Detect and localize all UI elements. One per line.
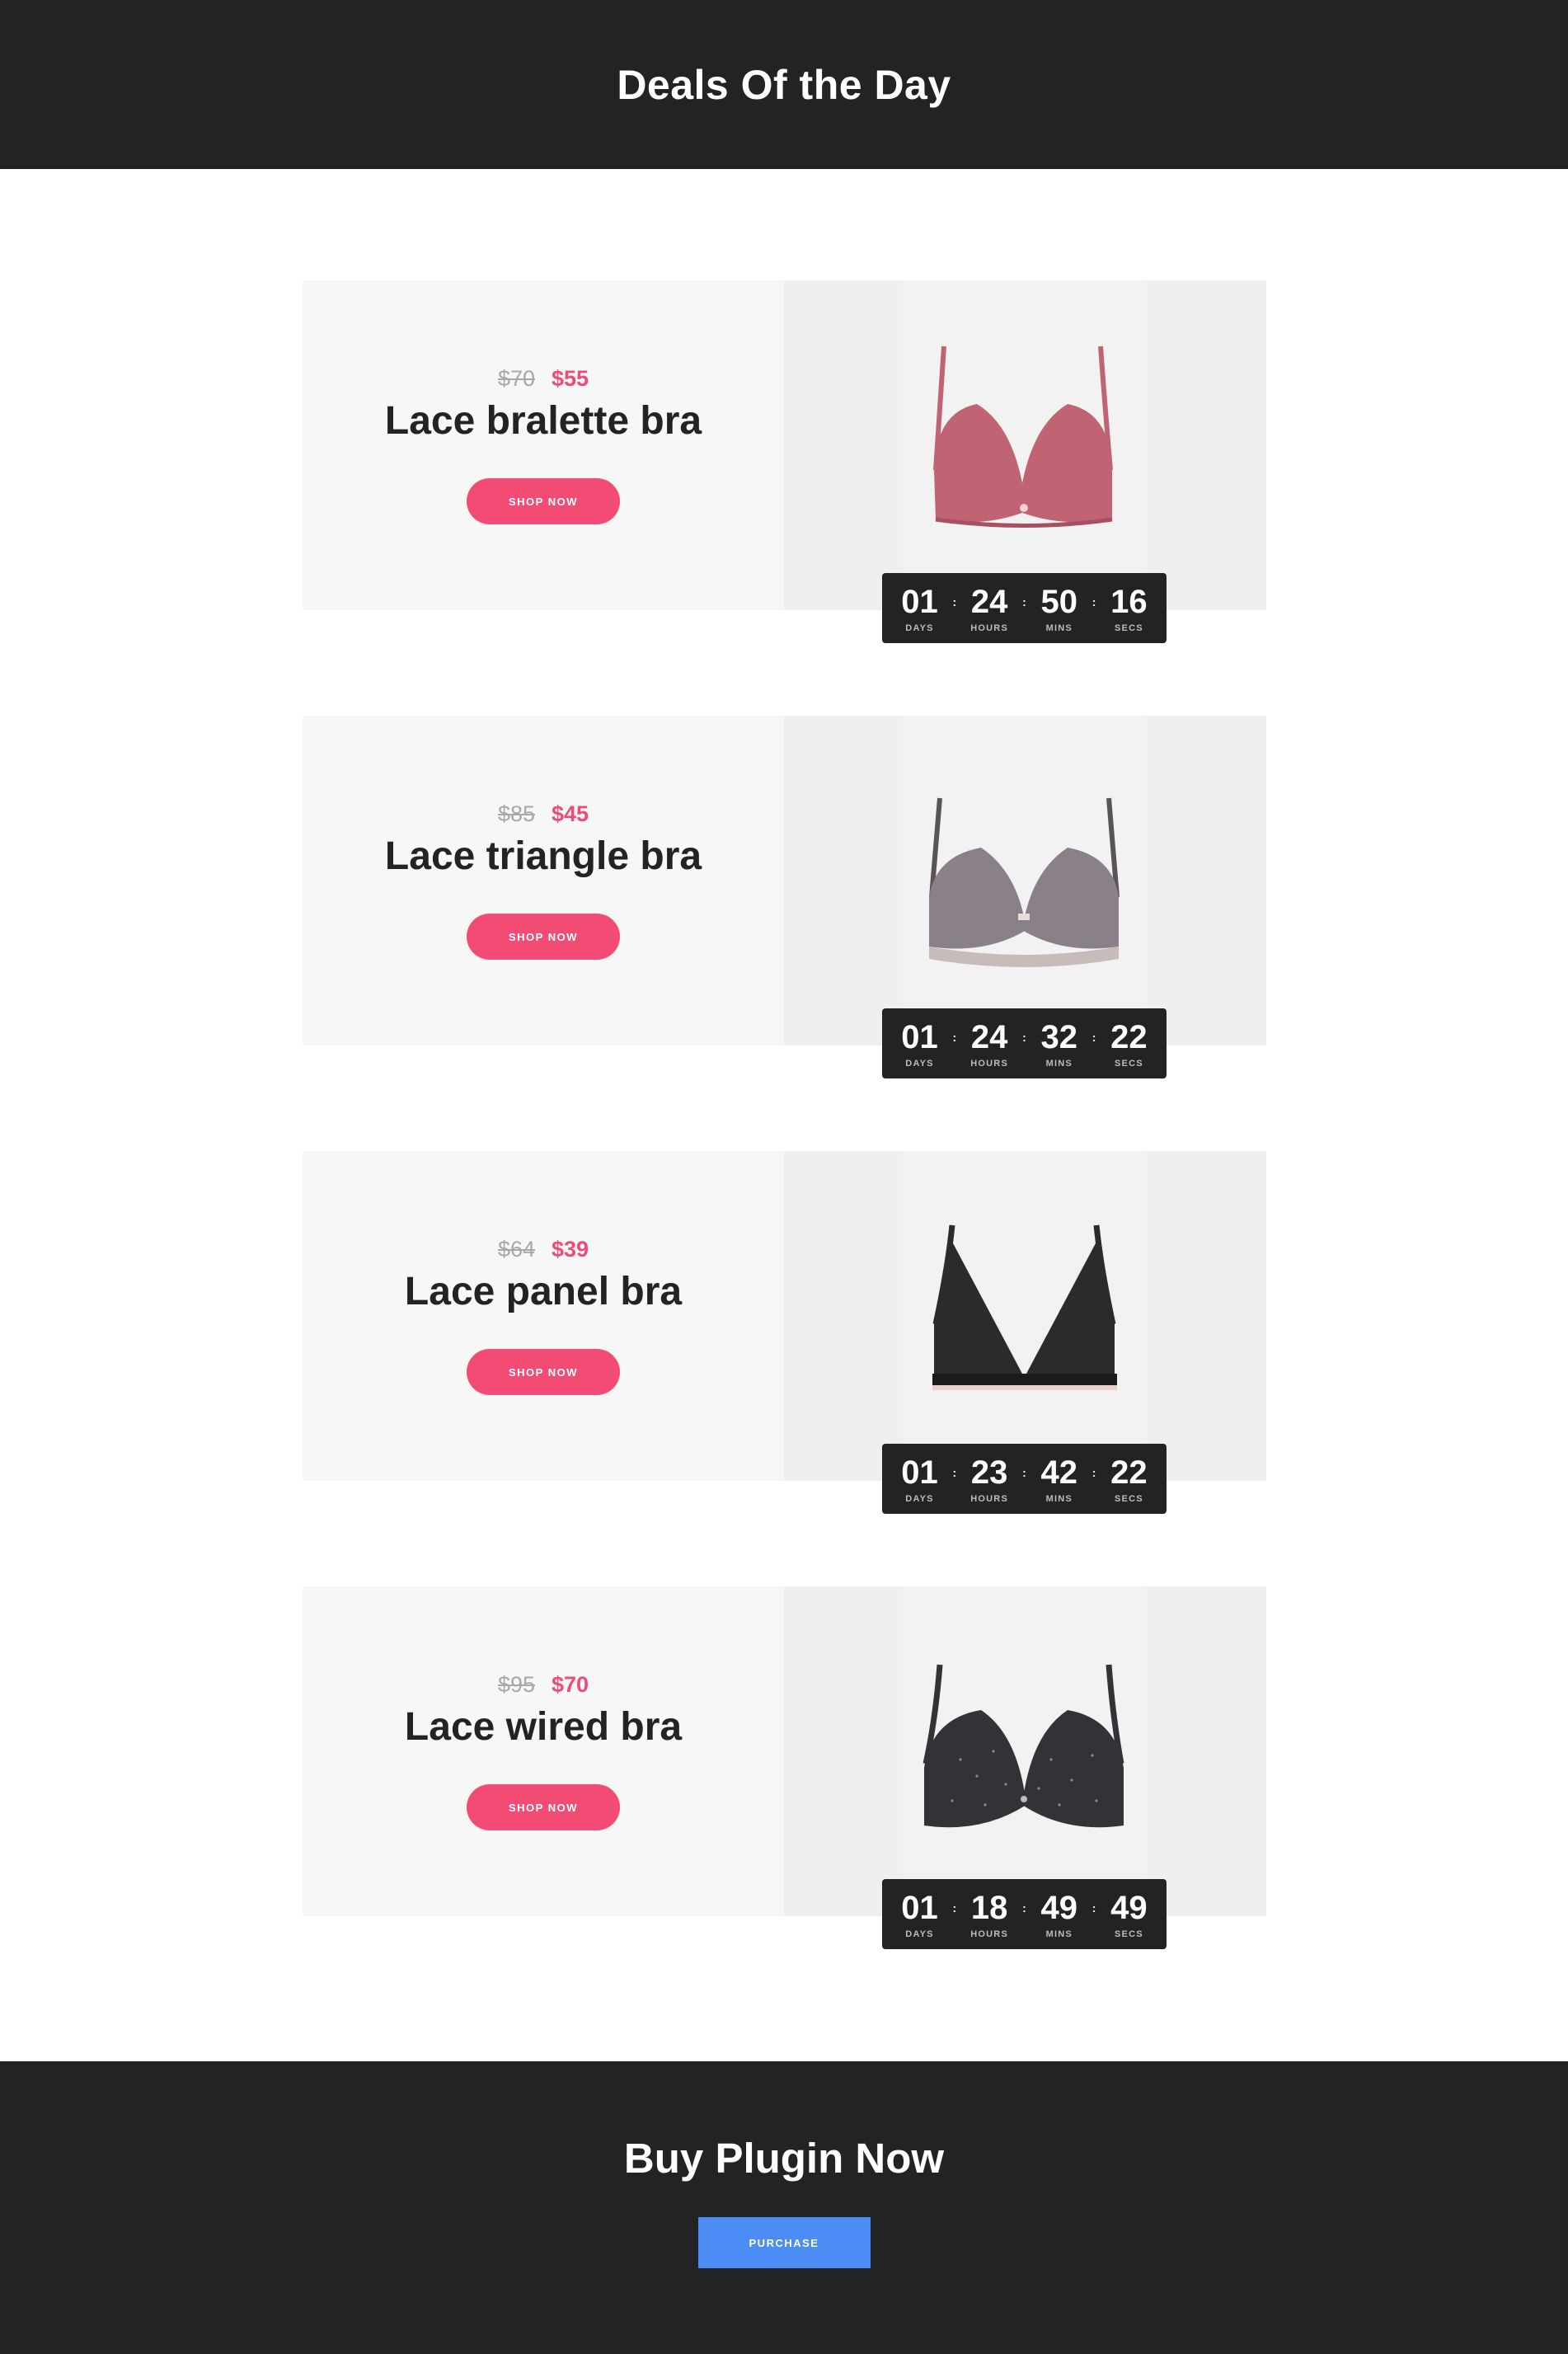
timer-mins: 49 bbox=[1040, 1889, 1078, 1926]
page-header: Deals Of the Day bbox=[0, 0, 1568, 169]
timer-hours: 24 bbox=[970, 583, 1008, 620]
timer-secs: 49 bbox=[1110, 1889, 1148, 1926]
product-image-panel bbox=[784, 716, 1266, 1045]
product-image[interactable] bbox=[903, 1151, 1147, 1481]
product-image-panel bbox=[784, 280, 1266, 610]
timer-mins: 42 bbox=[1040, 1454, 1078, 1491]
timer-mins: 32 bbox=[1040, 1018, 1078, 1055]
deal-card: $95 $70 Lace wired bra SHOP NOW 01DAYS bbox=[303, 1586, 1266, 1949]
timer-days: 01 bbox=[901, 583, 938, 620]
timer-days: 01 bbox=[901, 1454, 938, 1491]
product-image[interactable] bbox=[903, 1586, 1147, 1916]
countdown-timer: 01 DAYS : 18 HOURS : 49 MINS : 49 SECS bbox=[882, 1879, 1167, 1949]
shop-now-button[interactable]: SHOP NOW bbox=[467, 914, 620, 960]
bra-illustration bbox=[922, 1664, 1124, 1828]
price-row: $64 $39 bbox=[498, 1237, 589, 1262]
timer-days: 01 bbox=[901, 1018, 938, 1055]
old-price: $70 bbox=[497, 366, 535, 391]
shop-now-button[interactable]: SHOP NOW bbox=[467, 478, 620, 524]
product-title: Lace triangle bra bbox=[384, 834, 702, 878]
timer-hours: 23 bbox=[970, 1454, 1008, 1491]
timer-hours: 18 bbox=[970, 1889, 1008, 1926]
shop-now-button[interactable]: SHOP NOW bbox=[467, 1784, 620, 1830]
timer-secs: 22 bbox=[1110, 1018, 1148, 1055]
product-title: Lace panel bra bbox=[404, 1270, 683, 1313]
deal-card: $70 $55 Lace bralette bra SHOP NOW 01 DAY… bbox=[303, 280, 1266, 643]
timer-hours: 24 bbox=[970, 1018, 1008, 1055]
product-title: Lace bralette bra bbox=[384, 399, 702, 443]
deal-info: $70 $55 Lace bralette bra SHOP NOW bbox=[303, 280, 784, 610]
product-title: Lace wired bra bbox=[404, 1705, 683, 1749]
new-price: $45 bbox=[552, 801, 589, 826]
new-price: $70 bbox=[552, 1672, 589, 1697]
price-row: $85 $45 bbox=[498, 801, 589, 827]
new-price: $39 bbox=[552, 1237, 589, 1262]
deal-info: $85 $45 Lace triangle bra SHOP NOW bbox=[303, 716, 784, 1045]
old-price: $85 bbox=[497, 801, 535, 826]
old-price: $64 bbox=[497, 1237, 535, 1262]
purchase-section: Buy Plugin Now PURCHASE bbox=[0, 2061, 1568, 2354]
deal-info: $95 $70 Lace wired bra SHOP NOW bbox=[303, 1586, 784, 1916]
shop-now-button[interactable]: SHOP NOW bbox=[467, 1349, 620, 1395]
purchase-button[interactable]: PURCHASE bbox=[697, 2217, 871, 2268]
product-image[interactable] bbox=[903, 716, 1147, 1045]
countdown-timer: 01 DAYS : 24 HOURS : 32 MINS : 22 SECS bbox=[882, 1008, 1167, 1078]
product-image[interactable] bbox=[903, 280, 1147, 610]
new-price: $55 bbox=[552, 366, 589, 391]
timer-mins: 50 bbox=[1040, 583, 1078, 620]
countdown-timer: 01 DAYS : 23 HOURS : 42 MINS : 22 SECS bbox=[882, 1444, 1167, 1514]
bra-illustration bbox=[932, 1224, 1117, 1390]
price-row: $95 $70 bbox=[498, 1672, 589, 1698]
price-row: $70 $55 bbox=[498, 366, 589, 392]
countdown-timer: 01 DAYS : 24 HOURS : 50 MINS : 16 SECS bbox=[882, 573, 1167, 643]
timer-days: 01 bbox=[901, 1889, 938, 1926]
timer-secs: 16 bbox=[1110, 583, 1148, 620]
bra-illustration bbox=[933, 345, 1113, 528]
purchase-heading: Buy Plugin Now bbox=[623, 2135, 945, 2182]
old-price: $95 bbox=[497, 1672, 535, 1697]
deal-card: $64 $39 Lace panel bra SHOP NOW 01 DAYS :… bbox=[303, 1151, 1266, 1514]
product-image-panel bbox=[784, 1586, 1266, 1916]
page-title: Deals Of the Day bbox=[617, 61, 951, 108]
deal-card: $85 $45 Lace triangle bra SHOP NOW 01 DAY… bbox=[303, 716, 1266, 1078]
product-image-panel bbox=[784, 1151, 1266, 1481]
deal-info: $64 $39 Lace panel bra SHOP NOW bbox=[303, 1151, 784, 1481]
bra-illustration bbox=[929, 797, 1120, 967]
timer-secs: 22 bbox=[1110, 1454, 1148, 1491]
